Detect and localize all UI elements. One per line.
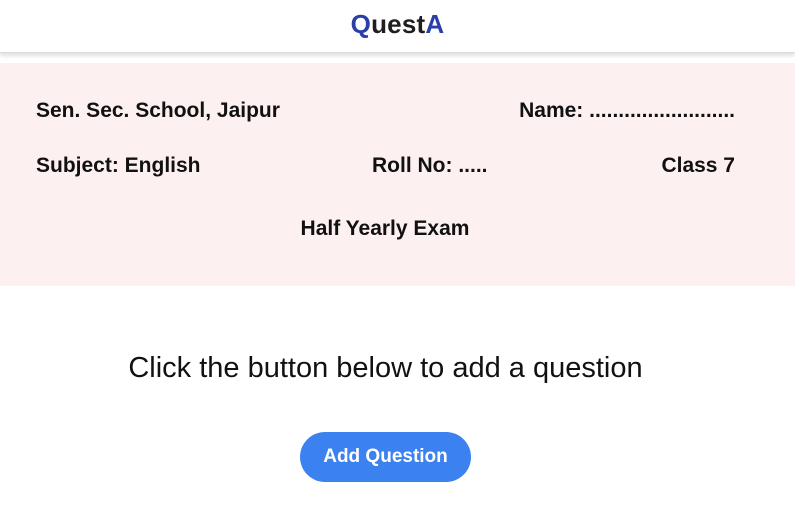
school-name: Sen. Sec. School, Jaipur: [36, 99, 280, 122]
exam-title: Half Yearly Exam: [300, 217, 470, 240]
add-question-button[interactable]: Add Question: [300, 432, 471, 482]
logo-letter-q: Q: [350, 8, 372, 39]
app-logo[interactable]: QuestA: [351, 9, 445, 40]
exam-header-card: Sen. Sec. School, Jaipur Name: .........…: [0, 63, 795, 286]
logo-letter-a: A: [425, 8, 445, 39]
student-name-field: Name: .........................: [519, 99, 735, 122]
logo-text: uest: [371, 8, 426, 39]
empty-state-prompt: Click the button below to add a question: [128, 352, 643, 384]
top-navbar: QuestA: [0, 0, 795, 53]
subject-label: Subject: English: [36, 154, 201, 177]
roll-number-field: Roll No: .....: [372, 154, 488, 177]
class-label: Class 7: [661, 154, 735, 177]
